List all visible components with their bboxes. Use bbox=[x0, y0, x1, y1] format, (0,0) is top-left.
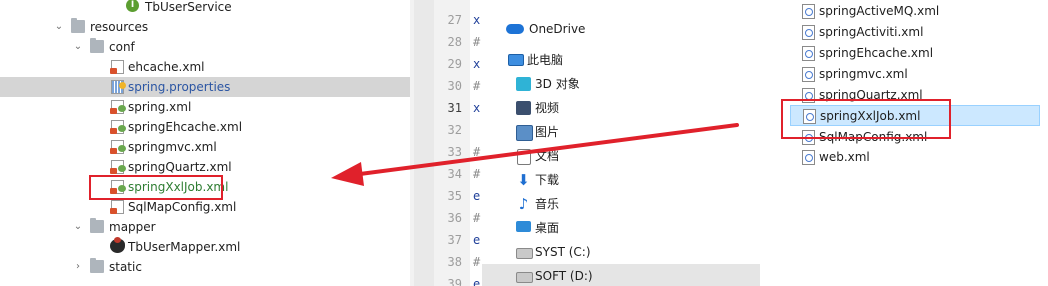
annotation-arrow bbox=[331, 123, 739, 186]
